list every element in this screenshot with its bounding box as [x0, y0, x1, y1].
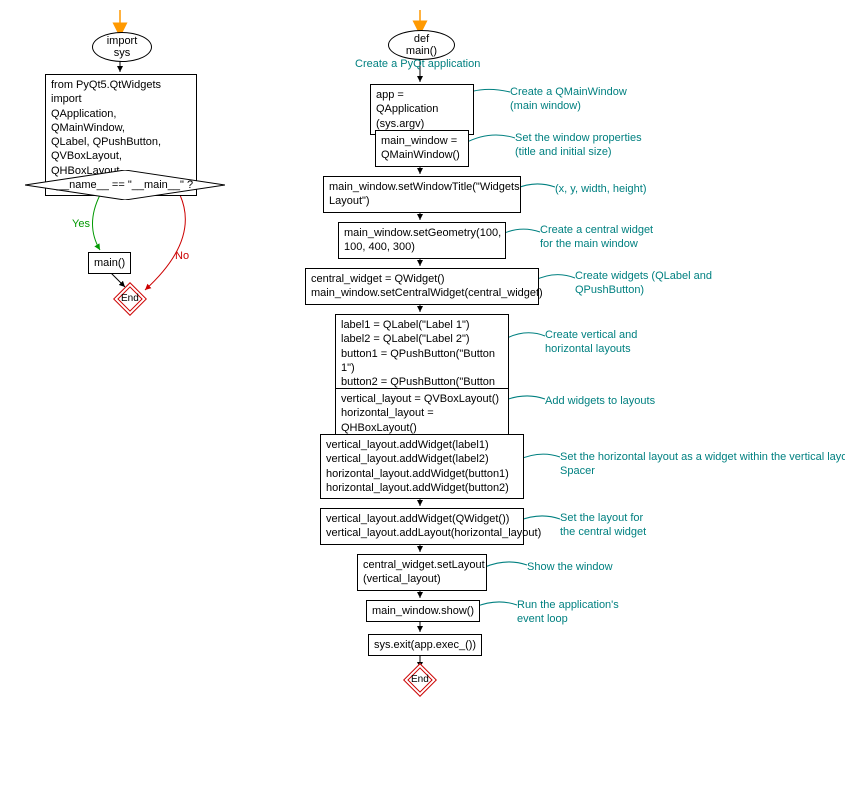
box-text: vertical_layout = QVBoxLayout() horizont… — [341, 393, 499, 434]
annotation-show-window: Show the window — [527, 560, 613, 574]
box-layouts: vertical_layout = QVBoxLayout() horizont… — [335, 388, 509, 439]
end-text: End — [121, 293, 139, 304]
annotation-create-widgets: Create widgets (QLabel and QPushButton) — [575, 269, 712, 298]
box-addlayout: vertical_layout.addWidget(QWidget()) ver… — [320, 508, 524, 545]
box-text: central_widget = QWidget() main_window.s… — [311, 273, 543, 299]
yes-label: Yes — [72, 218, 90, 230]
diamond-text: __name__ == "__main__" ? — [50, 179, 200, 191]
box-sysexit: sys.exit(app.exec_()) — [368, 634, 482, 656]
annotation-add-widgets: Add widgets to layouts — [545, 394, 655, 408]
box-text: vertical_layout.addWidget(QWidget()) ver… — [326, 513, 541, 539]
annotation-event-loop: Run the application's event loop — [517, 598, 619, 627]
box-text: vertical_layout.addWidget(label1) vertic… — [326, 439, 509, 494]
box-setgeometry: main_window.setGeometry(100, 100, 400, 3… — [338, 222, 506, 259]
annotation-set-layout: Set the layout for the central widget — [560, 511, 646, 540]
box-text: main_window.show() — [372, 605, 474, 617]
box-text: main_window = QMainWindow() — [381, 135, 460, 161]
annotation-window-props: Set the window properties (title and ini… — [515, 131, 642, 160]
no-label: No — [175, 250, 189, 262]
box-text: central_widget.setLayout (vertical_layou… — [363, 559, 485, 585]
box-setlayout: central_widget.setLayout (vertical_layou… — [357, 554, 487, 591]
box-mainwindow: main_window = QMainWindow() — [375, 130, 469, 167]
annotation-set-horizontal: Set the horizontal layout as a widget wi… — [560, 450, 845, 479]
box-setwindowtitle: main_window.setWindowTitle("Widgets Layo… — [323, 176, 521, 213]
box-text: app = QApplication (sys.argv) — [376, 89, 438, 130]
box-qapplication: app = QApplication (sys.argv) — [370, 84, 474, 135]
terminal-def-main: def main() — [388, 30, 455, 60]
box-text: sys.exit(app.exec_()) — [374, 639, 476, 651]
terminal-label: def main() — [406, 33, 437, 57]
annotation-create-layouts: Create vertical and horizontal layouts — [545, 328, 637, 357]
annotation-central-widget: Create a central widget for the main win… — [540, 223, 653, 252]
annotation-create-pyqt-app: Create a PyQt application — [355, 57, 480, 71]
end-text-right: End — [411, 674, 429, 685]
annotation-xywh: (x, y, width, height) — [555, 182, 647, 196]
box-main-call: main() — [88, 252, 131, 274]
box-central-widget: central_widget = QWidget() main_window.s… — [305, 268, 539, 305]
annotation-create-qmainwindow: Create a QMainWindow (main window) — [510, 85, 627, 114]
box-text: main_window.setWindowTitle("Widgets Layo… — [329, 181, 520, 207]
box-addwidget: vertical_layout.addWidget(label1) vertic… — [320, 434, 524, 499]
terminal-label: import sys — [107, 35, 138, 59]
box-text: main() — [94, 257, 125, 269]
box-show: main_window.show() — [366, 600, 480, 622]
box-text: main_window.setGeometry(100, 100, 400, 3… — [344, 227, 501, 253]
terminal-import-sys: import sys — [92, 32, 152, 62]
